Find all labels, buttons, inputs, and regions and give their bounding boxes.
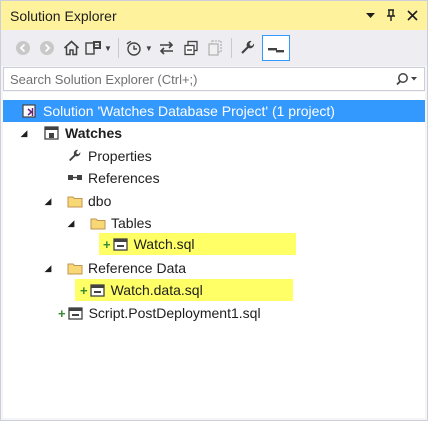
show-all-files-icon: [208, 40, 222, 56]
expanded-arrow-icon[interactable]: ◢: [43, 196, 53, 206]
window-title: Solution Explorer: [10, 7, 117, 24]
preview-icon: [267, 48, 284, 53]
close-icon[interactable]: [403, 6, 421, 26]
toolbar: ▼ ▼: [1, 30, 427, 66]
properties-button[interactable]: [238, 36, 258, 60]
pending-changes-filter-button[interactable]: ▼: [125, 36, 153, 60]
tree-item-tables-folder[interactable]: ◢ Tables: [3, 212, 425, 234]
tree-item-label: Script.PostDeployment1.sql: [88, 305, 261, 321]
expanded-arrow-icon[interactable]: ◢: [43, 263, 53, 273]
tree-item-watch-data-sql[interactable]: + Watch.data.sql: [75, 279, 293, 301]
tree-item-label: Tables: [111, 215, 152, 231]
expanded-arrow-icon[interactable]: ◢: [19, 128, 29, 138]
home-button[interactable]: [61, 36, 81, 60]
tree-item-script-post-deployment[interactable]: + Script.PostDeployment1.sql: [3, 302, 425, 324]
tree-item-label: Watch.data.sql: [110, 282, 203, 298]
solution-explorer-window: Solution Explorer ▼ ▼ Search Solution Ex…: [0, 0, 428, 421]
title-bar: Solution Explorer: [1, 1, 427, 30]
sync-with-active-document-button[interactable]: [157, 36, 177, 60]
chevron-down-icon: ▼: [144, 43, 153, 53]
home-icon: [63, 40, 79, 56]
toolbar-separator: [230, 38, 232, 58]
switch-views-button[interactable]: ▼: [85, 36, 112, 60]
sync-arrows-icon: [160, 41, 174, 55]
forward-arrow-icon: [40, 41, 54, 55]
window-options-dropdown-icon[interactable]: [361, 6, 379, 26]
solution-icon: [21, 102, 39, 120]
chevron-down-icon: ▼: [104, 43, 112, 53]
tree-item-project[interactable]: ◢ Watches: [3, 122, 425, 144]
pin-icon[interactable]: [382, 6, 400, 26]
tree-item-label: Watches: [65, 125, 123, 141]
tree-item-solution[interactable]: Solution 'Watches Database Project' (1 p…: [3, 100, 425, 122]
clock-filter-icon: [126, 40, 141, 56]
search-box: [3, 67, 425, 91]
folder-icon: [89, 214, 107, 232]
sql-file-icon: [89, 281, 107, 299]
tree-item-reference-data-folder[interactable]: ◢ Reference Data: [3, 257, 425, 279]
wrench-icon: [66, 147, 84, 165]
search-icon: [396, 73, 417, 86]
folder-icon: [66, 259, 84, 277]
show-all-files-button[interactable]: [205, 36, 225, 60]
references-icon: [66, 169, 84, 187]
tree-item-references[interactable]: References: [3, 167, 425, 189]
tree-item-properties[interactable]: Properties: [3, 145, 425, 167]
preview-selected-items-button[interactable]: [261, 35, 290, 61]
solution-tree: Solution 'Watches Database Project' (1 p…: [3, 92, 425, 418]
tree-item-watch-sql[interactable]: + Watch.sql: [99, 233, 296, 255]
tree-item-label: Watch.sql: [133, 236, 195, 252]
folder-icon: [66, 192, 84, 210]
added-plus-icon: +: [103, 236, 111, 252]
added-plus-icon: +: [58, 305, 66, 321]
expanded-arrow-icon[interactable]: ◢: [66, 218, 76, 228]
forward-button[interactable]: [37, 36, 57, 60]
search-input[interactable]: [4, 70, 390, 88]
tree-item-label: References: [88, 170, 160, 186]
tree-item-label: Reference Data: [88, 260, 187, 276]
sql-file-icon: [67, 304, 85, 322]
added-plus-icon: +: [80, 282, 88, 298]
tree-item-label: dbo: [88, 193, 112, 209]
tree-item-dbo-folder[interactable]: ◢ dbo: [3, 190, 425, 212]
sql-file-icon: [112, 235, 130, 253]
tree-item-label: Solution 'Watches Database Project' (1 p…: [43, 103, 335, 119]
back-arrow-icon: [16, 41, 30, 55]
tree-item-label: Properties: [88, 148, 152, 164]
wrench-icon: [241, 40, 254, 54]
switch-views-icon: [85, 41, 101, 55]
database-project-icon: [43, 124, 61, 142]
collapse-all-icon: [184, 40, 198, 56]
back-button[interactable]: [13, 36, 33, 60]
toolbar-separator: [117, 38, 119, 58]
title-bar-buttons: [358, 6, 421, 26]
collapse-all-button[interactable]: [181, 36, 201, 60]
search-button[interactable]: [390, 68, 424, 90]
